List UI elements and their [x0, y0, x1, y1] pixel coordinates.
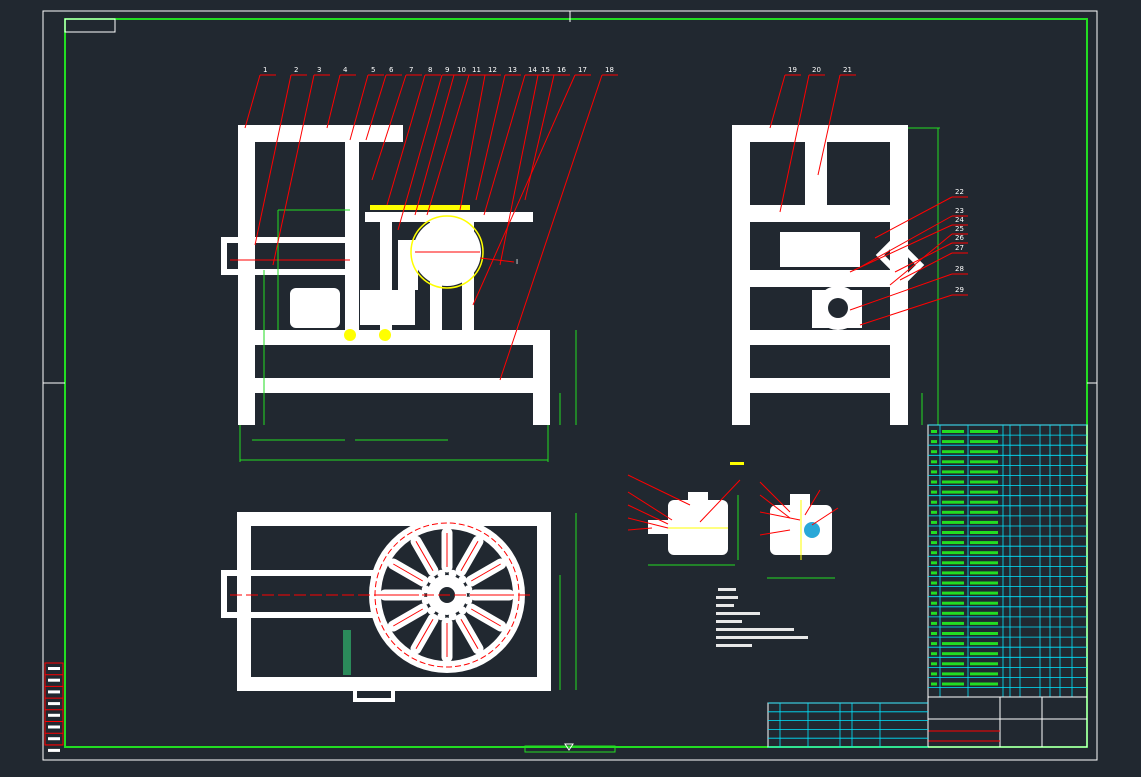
- note-line: [716, 604, 734, 607]
- part-number: 4: [343, 66, 348, 74]
- part-number: 17: [578, 66, 587, 74]
- note-line: [716, 596, 738, 599]
- part-number: 23: [955, 207, 964, 215]
- part-number: 20: [812, 66, 821, 74]
- part-number: 16: [557, 66, 566, 74]
- part-number: 19: [788, 66, 797, 74]
- note-line: [716, 628, 794, 631]
- part-number: 8: [428, 66, 432, 74]
- note-line: [716, 612, 760, 615]
- part-number: 29: [955, 286, 964, 294]
- note-line: [716, 636, 808, 639]
- part-number: 24: [955, 216, 964, 224]
- part-number: 18: [605, 66, 614, 74]
- part-number: 9: [445, 66, 449, 74]
- part-number: 21: [843, 66, 852, 74]
- note-line: [718, 588, 736, 591]
- part-number: 14: [528, 66, 537, 74]
- note-line: [716, 644, 752, 647]
- part-number: 15: [541, 66, 550, 74]
- part-number: 5: [371, 66, 375, 74]
- part-number: 2: [294, 66, 298, 74]
- part-number: 26: [955, 234, 964, 242]
- part-number: 7: [409, 66, 413, 74]
- part-number: 6: [389, 66, 394, 74]
- part-number: 1: [263, 66, 267, 74]
- cad-drawing: 1 2 3 4 5 6 7 8 9 10 11 12 13 14 15 16 17 18 19 20 212223242…: [0, 0, 1141, 777]
- detail-marker: I: [516, 258, 518, 266]
- part-number: 28: [955, 265, 964, 273]
- part-number: 22: [955, 188, 964, 196]
- part-number: 10: [457, 66, 466, 74]
- part-number: 27: [955, 244, 964, 252]
- part-number: 11: [472, 66, 481, 74]
- part-number: 3: [317, 66, 321, 74]
- part-number: 13: [508, 66, 517, 74]
- part-number: 25: [955, 225, 964, 233]
- part-number: 12: [488, 66, 497, 74]
- note-line: [716, 620, 742, 623]
